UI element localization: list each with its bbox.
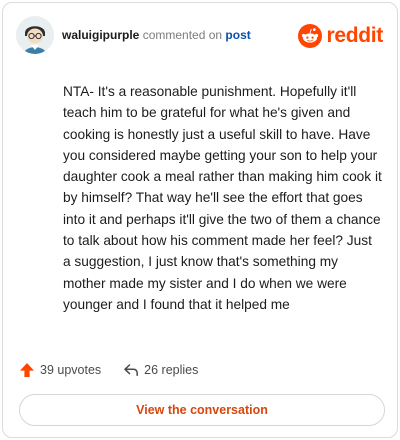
- reddit-wordmark: reddit: [326, 24, 383, 47]
- upvotes-count: 39 upvotes: [40, 363, 102, 377]
- comment-meta: waluigipurple commented on post: [62, 28, 251, 42]
- upvote-arrow-icon: [19, 362, 35, 378]
- reddit-snoo-icon: [298, 24, 323, 48]
- action-text: commented on: [142, 28, 223, 42]
- user-avatar[interactable]: [16, 16, 54, 54]
- comment-header: waluigipurple commented on post reddit: [16, 16, 383, 58]
- comment-stats: 39 upvotes 26 replies: [19, 360, 198, 380]
- post-link[interactable]: post: [225, 28, 250, 42]
- replies-count: 26 replies: [144, 363, 199, 377]
- view-conversation-button[interactable]: View the conversation: [19, 394, 385, 426]
- reddit-logo[interactable]: reddit: [298, 22, 383, 50]
- comment-body: NTA- It's a reasonable punishment. Hopef…: [63, 84, 382, 312]
- comment-embed-card: waluigipurple commented on post reddit N…: [2, 2, 398, 438]
- reply-arrow-icon: [123, 362, 139, 378]
- replies-stat[interactable]: 26 replies: [123, 362, 198, 378]
- username-link[interactable]: waluigipurple: [62, 28, 139, 42]
- upvotes-stat[interactable]: 39 upvotes: [19, 362, 101, 378]
